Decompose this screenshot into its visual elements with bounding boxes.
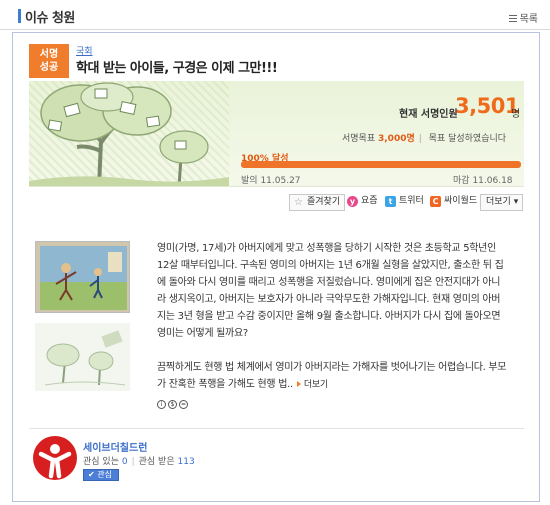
goal-status: 목표 달성하였습니다: [428, 134, 507, 144]
stats-divider: |: [131, 457, 135, 467]
cyworld-icon: C: [430, 196, 441, 207]
list-icon: [508, 15, 517, 22]
progress-fill: [241, 161, 521, 168]
cc-by-icon: i: [157, 400, 166, 409]
goal-label: 서명목표: [342, 134, 376, 144]
header-accent-bar: [18, 9, 21, 23]
divider: [29, 428, 524, 429]
section-title: 이슈 청원: [25, 11, 75, 26]
chevron-down-icon: ▾: [513, 197, 519, 207]
license-icons: i $ =: [157, 396, 190, 409]
body-paragraph-1: 영미(가명, 17세)가 아버지에게 맞고 성폭행을 당하기 시작한 것은 초등…: [157, 243, 504, 339]
goal-value: 3,000명: [378, 134, 415, 144]
yozm-button[interactable]: y 요즘: [344, 194, 382, 211]
goal-divider: |: [418, 134, 422, 144]
body-paragraph-2: 끔찍하게도 현행 법 체계에서 영미가 아버지라는 가해자를 벗어나기는 어렵습…: [157, 362, 507, 390]
check-icon: ✔: [88, 470, 95, 479]
petition-body: 영미(가명, 17세)가 아버지에게 맞고 성폭행을 당하기 시작한 것은 초등…: [157, 240, 507, 394]
org-name[interactable]: 세이브더칠드런: [83, 439, 147, 454]
star-icon: ☆: [294, 197, 303, 208]
current-signers-label: 현재 서명인원: [399, 109, 458, 120]
current-signers-count: 3,501: [455, 94, 519, 118]
save-the-children-logo-icon: [38, 444, 72, 479]
child-drawing-image: [36, 242, 129, 312]
cyworld-button[interactable]: C 싸이월드: [427, 194, 481, 211]
list-link[interactable]: 목록: [508, 10, 538, 25]
interest-button[interactable]: ✔ 관심: [83, 469, 119, 481]
arrow-right-icon: [296, 381, 301, 387]
section-header: 이슈 청원 목록: [0, 0, 550, 30]
progress-bar: [241, 161, 521, 168]
read-more-link[interactable]: 더보기: [293, 380, 328, 390]
petition-card: 서명 성공 국회 학대 받는 아이들, 구경은 이제 그만!!! 현재 서명인원…: [12, 32, 540, 502]
cc-nc-icon: $: [168, 400, 177, 409]
category-link[interactable]: 국회: [76, 44, 93, 57]
status-badge: 서명 성공: [29, 44, 69, 78]
tree-illustration: [29, 82, 229, 186]
cc-nd-icon: =: [179, 400, 188, 409]
twitter-icon: t: [385, 196, 396, 207]
org-logo[interactable]: [33, 436, 77, 480]
current-signers-unit: 명: [511, 109, 521, 120]
twitter-button[interactable]: t 트위터: [382, 194, 428, 211]
share-more-button[interactable]: 더보기 ▾: [480, 194, 524, 211]
tree-watering-image: [35, 323, 130, 391]
org-stats: 관심 있는 0 | 관심 받은 113: [83, 457, 195, 467]
yozm-icon: y: [347, 196, 358, 207]
petition-title[interactable]: 학대 받는 아이들, 구경은 이제 그만!!!: [76, 57, 278, 76]
goal-row: 서명목표 3,000명 | 목표 달성하였습니다: [342, 131, 506, 144]
start-date: 발의 11.05.27: [241, 176, 301, 186]
petition-image-illustration[interactable]: [35, 323, 130, 391]
bookmark-button[interactable]: ☆ 즐겨찾기: [289, 194, 346, 211]
end-date: 마감 11.06.18: [453, 176, 513, 186]
petition-image-drawing[interactable]: [35, 241, 130, 313]
stats-banner: 현재 서명인원 3,501 명 서명목표 3,000명 | 목표 달성하였습니다 …: [29, 81, 524, 187]
